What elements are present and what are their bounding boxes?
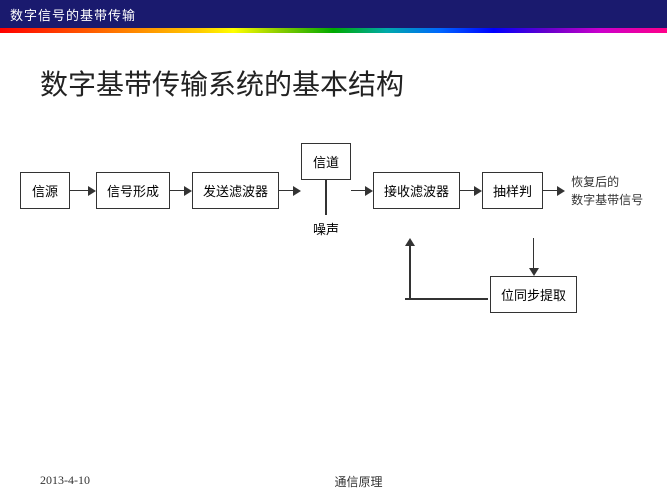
- block-channel: 信道: [301, 143, 351, 180]
- arrow-2: [170, 186, 192, 196]
- main-title: 数字基带传输系统的基本结构: [0, 33, 667, 123]
- slide: 数字信号的基带传输 数字基带传输系统的基本结构 信源 信号形成: [0, 0, 667, 500]
- top-bar: 数字信号的基带传输: [0, 0, 667, 28]
- arrow-4: [351, 186, 373, 196]
- footer-center: 通信原理: [334, 473, 382, 490]
- block-shaping: 信号形成: [96, 172, 170, 209]
- footer: 2013-4-10 通信原理: [0, 473, 667, 490]
- arrow-3: [279, 186, 301, 196]
- top-bar-title: 数字信号的基带传输: [10, 5, 136, 24]
- arrow-1: [70, 186, 96, 196]
- flow-row: 信源 信号形成 发送滤波器: [20, 143, 647, 238]
- block-source: 信源: [20, 172, 70, 209]
- output-label: 恢复后的 数字基带信号: [571, 173, 643, 209]
- footer-date: 2013-4-10: [40, 473, 90, 490]
- block-sampler: 抽样判: [482, 172, 543, 209]
- noise-label: 噪声: [313, 219, 339, 238]
- arrow-6: [543, 186, 565, 196]
- block-tx-filter: 发送滤波器: [192, 172, 279, 209]
- block-rx-filter: 接收滤波器: [373, 172, 460, 209]
- arrow-5: [460, 186, 482, 196]
- diagram-area: 信源 信号形成 发送滤波器: [0, 123, 667, 378]
- block-sync: 位同步提取: [490, 276, 577, 313]
